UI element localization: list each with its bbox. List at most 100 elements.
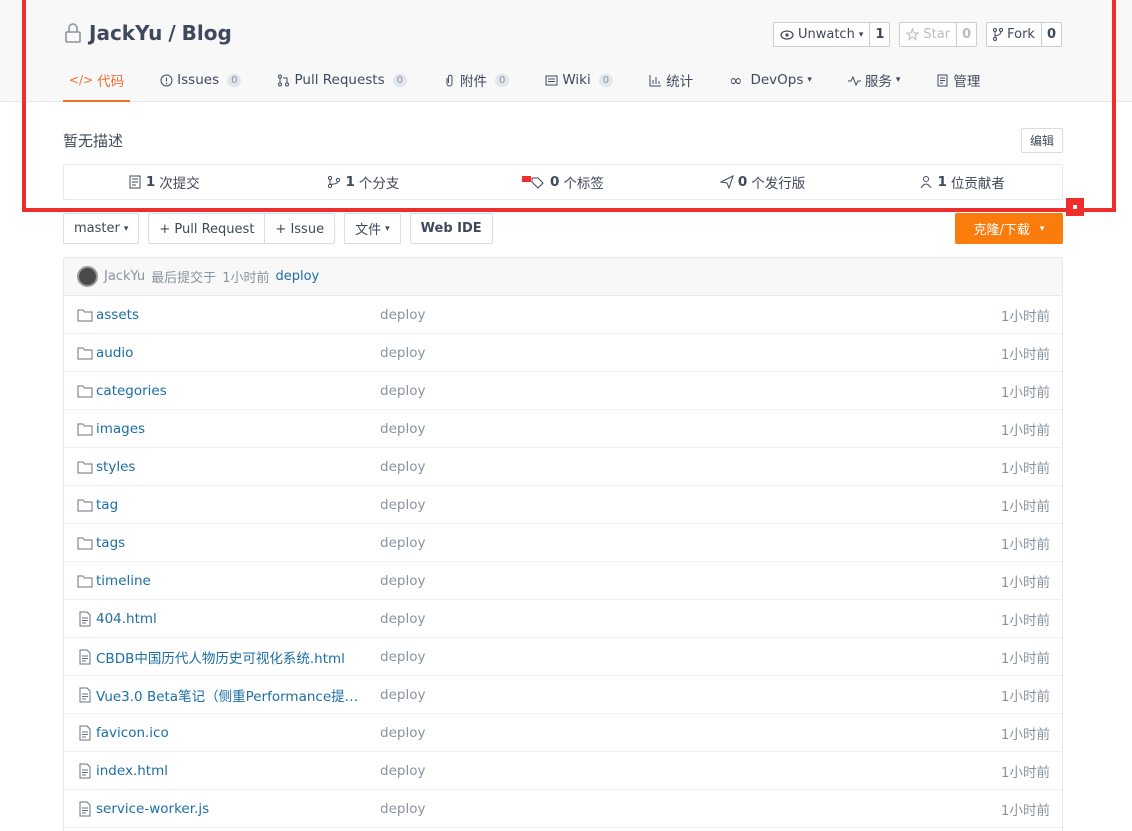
fork-button[interactable]: Fork 0: [986, 22, 1062, 47]
branch-select[interactable]: master ▾: [63, 213, 140, 244]
file-name-link[interactable]: tags: [96, 535, 125, 551]
file-name-link[interactable]: assets: [96, 307, 139, 323]
tab-label: 代码: [97, 74, 125, 90]
stat-commits[interactable]: 1 次提交: [64, 165, 264, 199]
stat-count: 1: [145, 174, 156, 190]
file-commit-message[interactable]: deploy: [380, 573, 425, 589]
highlight-resize-handle: [1066, 198, 1084, 216]
file-name-link[interactable]: tag: [96, 497, 118, 513]
fork-label: Fork: [1007, 27, 1035, 42]
star-button[interactable]: Star 0: [899, 22, 978, 47]
file-commit-message[interactable]: deploy: [380, 421, 425, 437]
latest-commit-row: JackYu 最后提交于 1小时前 deploy: [64, 258, 1062, 296]
file-name-link[interactable]: service-worker.js: [96, 801, 209, 817]
file-commit-time: 1小时前: [1000, 650, 1050, 667]
tab-stats[interactable]: 统计: [649, 60, 693, 100]
table-row[interactable]: styles deploy 1小时前: [64, 448, 1062, 486]
repo-owner-link[interactable]: JackYu: [89, 21, 162, 45]
tab-manage[interactable]: 管理: [936, 60, 980, 100]
commit-author[interactable]: JackYu: [104, 269, 145, 284]
file-icon: [79, 725, 91, 741]
commit-message-link[interactable]: deploy: [275, 269, 319, 284]
infinity-icon: ∞: [729, 70, 743, 90]
table-row[interactable]: CBDB中国历代人物历史可视化系统.html deploy 1小时前: [64, 638, 1062, 676]
star-count[interactable]: 0: [956, 23, 976, 46]
tab-devops[interactable]: ∞ DevOps ▾: [729, 60, 812, 100]
chevron-down-icon: ▾: [1039, 223, 1045, 234]
file-commit-message[interactable]: deploy: [380, 611, 425, 627]
stat-label: 个分支: [358, 176, 400, 192]
table-row[interactable]: tag deploy 1小时前: [64, 486, 1062, 524]
tab-wiki[interactable]: Wiki 0: [545, 60, 614, 100]
table-row[interactable]: assets deploy 1小时前: [64, 296, 1062, 334]
table-row[interactable]: index.html deploy 1小时前: [64, 752, 1062, 790]
file-name-link[interactable]: timeline: [96, 573, 151, 589]
file-commit-message[interactable]: deploy: [380, 763, 425, 779]
file-commit-message[interactable]: deploy: [380, 649, 425, 665]
tab-issues[interactable]: Issues 0: [160, 60, 242, 100]
file-name-link[interactable]: images: [96, 421, 145, 437]
chevron-down-icon: ▾: [807, 75, 812, 85]
file-commit-message[interactable]: deploy: [380, 725, 425, 741]
table-row[interactable]: timeline deploy 1小时前: [64, 562, 1062, 600]
table-row[interactable]: service-worker.js deploy 1小时前: [64, 790, 1062, 828]
file-commit-message[interactable]: deploy: [380, 383, 425, 399]
tab-label: 管理: [953, 74, 981, 90]
avatar[interactable]: [77, 266, 98, 287]
new-issue-button[interactable]: + Issue: [264, 214, 335, 243]
edit-description-button[interactable]: 编辑: [1021, 128, 1063, 153]
commit-icon: [129, 175, 141, 189]
file-commit-message[interactable]: deploy: [380, 497, 425, 513]
file-commit-time: 1小时前: [1000, 764, 1050, 781]
repo-toolbar: master ▾ + Pull Request + Issue 文件 ▾ Web…: [63, 213, 493, 244]
table-row[interactable]: Vue3.0 Beta笔记（侧重Performance提升原... deploy 1…: [64, 676, 1062, 714]
file-name-link[interactable]: styles: [96, 459, 135, 475]
table-row[interactable]: categories deploy 1小时前: [64, 372, 1062, 410]
table-row[interactable]: audio deploy 1小时前: [64, 334, 1062, 372]
file-name-link[interactable]: CBDB中国历代人物历史可视化系统.html: [96, 647, 345, 667]
stat-contributors[interactable]: 1 位贡献者: [862, 165, 1062, 199]
stat-tags[interactable]: 0 个标签: [463, 165, 663, 199]
fork-count[interactable]: 0: [1040, 23, 1061, 46]
tab-label: Issues: [177, 72, 220, 88]
new-pull-request-button[interactable]: + Pull Request: [149, 214, 265, 243]
clone-download-button[interactable]: 克隆/下载 ▾: [955, 213, 1063, 244]
table-row[interactable]: tags deploy 1小时前: [64, 524, 1062, 562]
repo-name-link[interactable]: Blog: [182, 21, 232, 45]
file-commit-time: 1小时前: [1000, 612, 1050, 629]
tab-pull-requests[interactable]: Pull Requests 0: [277, 60, 407, 100]
file-name-link[interactable]: audio: [96, 345, 133, 361]
table-row[interactable]: favicon.ico deploy 1小时前: [64, 714, 1062, 752]
table-row[interactable]: images deploy 1小时前: [64, 410, 1062, 448]
file-commit-message[interactable]: deploy: [380, 801, 425, 817]
tab-attachments[interactable]: 附件 0: [443, 60, 510, 100]
file-name-link[interactable]: 404.html: [96, 611, 157, 627]
repo-header: JackYu / Blog Unwatch ▾ 1 Star 0 Fork 0: [0, 0, 1132, 102]
stat-releases[interactable]: 0 个发行版: [663, 165, 863, 199]
tab-services[interactable]: 服务 ▾: [847, 60, 900, 100]
web-ide-button[interactable]: Web IDE: [409, 213, 493, 244]
table-row[interactable]: 404.html deploy 1小时前: [64, 600, 1062, 638]
file-name-link[interactable]: Vue3.0 Beta笔记（侧重Performance提升原...: [96, 685, 371, 705]
tab-code[interactable]: </> 代码: [63, 60, 131, 102]
file-commit-message[interactable]: deploy: [380, 345, 425, 361]
file-name-link[interactable]: index.html: [96, 763, 168, 779]
file-commit-time: 1小时前: [1000, 422, 1050, 439]
file-commit-message[interactable]: deploy: [380, 535, 425, 551]
file-commit-time: 1小时前: [1000, 460, 1050, 477]
lock-icon: [65, 23, 81, 43]
file-name-link[interactable]: favicon.ico: [96, 725, 169, 741]
folder-icon: [77, 499, 93, 512]
unwatch-button[interactable]: Unwatch ▾ 1: [772, 22, 891, 47]
wiki-icon: [545, 75, 558, 85]
folder-icon: [77, 385, 93, 398]
stat-count: 0: [737, 174, 748, 190]
watch-count[interactable]: 1: [869, 23, 889, 46]
contributors-icon: [921, 176, 932, 189]
stat-branches[interactable]: 1 个分支: [264, 165, 464, 199]
file-menu-button[interactable]: 文件 ▾: [344, 213, 401, 244]
file-commit-message[interactable]: deploy: [380, 687, 425, 703]
file-commit-message[interactable]: deploy: [380, 307, 425, 323]
file-commit-message[interactable]: deploy: [380, 459, 425, 475]
file-name-link[interactable]: categories: [96, 383, 167, 399]
